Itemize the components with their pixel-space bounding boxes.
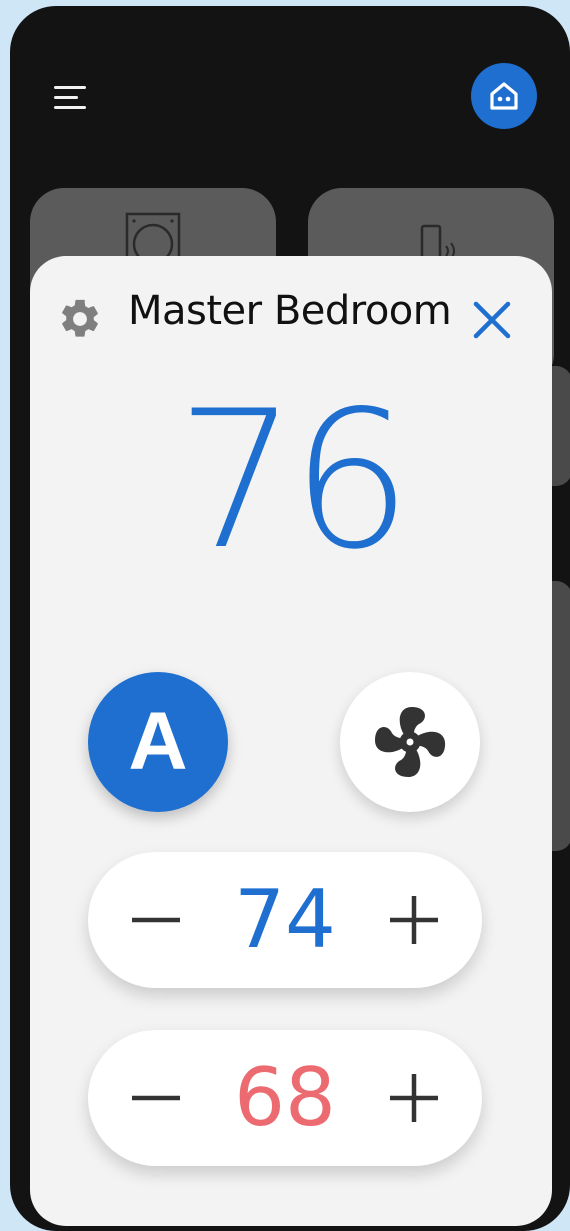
minus-icon[interactable]: [124, 888, 188, 952]
mode-auto-button[interactable]: A: [88, 672, 228, 812]
close-icon[interactable]: [468, 296, 516, 344]
plus-icon[interactable]: [382, 1066, 446, 1130]
menu-button[interactable]: [54, 80, 86, 116]
gear-icon[interactable]: [57, 296, 103, 342]
menu-icon: [54, 86, 86, 89]
minus-icon[interactable]: [124, 1066, 188, 1130]
thermostat-dialog: Master Bedroom 76 A 74 68: [30, 256, 552, 1226]
heat-setpoint-value: 68: [234, 1051, 336, 1144]
menu-icon-line: [54, 96, 78, 99]
cool-setpoint-stepper: 74: [88, 852, 482, 988]
app-screen: Master Bedroom 76 A 74 68: [10, 6, 570, 1231]
home-icon: [490, 82, 518, 110]
home-button[interactable]: [471, 63, 537, 129]
fan-icon: [375, 707, 446, 777]
heat-setpoint-stepper: 68: [88, 1030, 482, 1166]
current-temperature: 76: [176, 370, 412, 591]
room-title: Master Bedroom: [128, 288, 452, 334]
cool-setpoint-value: 74: [234, 873, 336, 966]
plus-icon[interactable]: [382, 888, 446, 952]
fan-button[interactable]: [340, 672, 480, 812]
menu-icon-line: [54, 106, 86, 109]
